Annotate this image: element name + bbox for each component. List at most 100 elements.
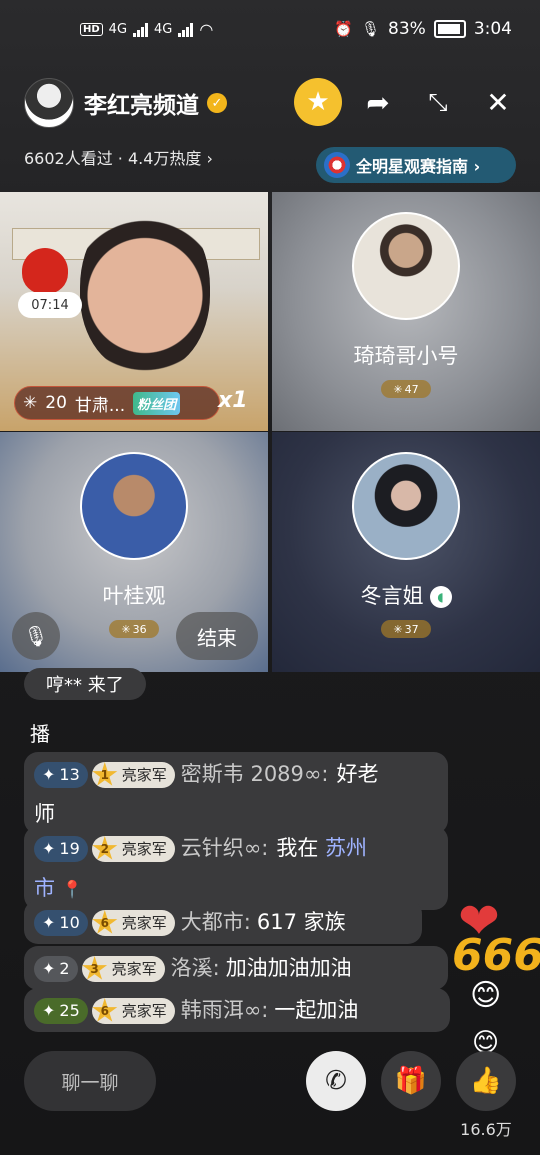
- star-button[interactable]: ★: [294, 78, 342, 126]
- gift-banner: ✳ 20 甘肃... 粉丝团: [14, 386, 220, 420]
- chat-text-cont: 师: [34, 802, 55, 826]
- viewer-stats[interactable]: 6602人看过 · 4.4万热度 ›: [24, 145, 213, 169]
- level-value: 19: [59, 839, 80, 858]
- sim2-label: 4G: [154, 22, 173, 37]
- heat-badge: ✳ 36: [109, 620, 159, 638]
- like-button[interactable]: 👍: [456, 1051, 516, 1111]
- verified-icon: ✓: [207, 93, 227, 113]
- mic-icon: 🎙: [360, 20, 381, 38]
- user-level-badge: ✦ 13: [34, 762, 88, 788]
- user-level-badge: ✦ 10: [34, 910, 88, 936]
- chat-username[interactable]: 洛溪:: [171, 956, 220, 980]
- fan-club-badge: 1 亮家军: [91, 762, 175, 788]
- countdown-timer: 07:14: [18, 292, 82, 318]
- chat-username[interactable]: 大都市:: [181, 910, 251, 934]
- wifi-icon: ◠: [199, 20, 214, 39]
- phone-icon: ✆: [325, 1066, 347, 1096]
- signal-icon: [133, 22, 149, 37]
- end-button[interactable]: 结束: [176, 612, 258, 660]
- chat-message[interactable]: ✦ 10 6 亮家军 大都市: 617 家族: [24, 900, 422, 944]
- fan-club-name: 亮家军: [121, 914, 167, 932]
- sparkle-icon: ✳: [121, 622, 131, 636]
- share-icon: ➦: [366, 85, 390, 119]
- close-button[interactable]: ✕: [474, 78, 522, 126]
- star-icon: ★: [306, 87, 330, 117]
- level-value: 25: [59, 1001, 80, 1020]
- level-value: 2: [59, 959, 70, 978]
- location-link[interactable]: 苏州: [325, 836, 367, 860]
- star-icon: 6: [92, 910, 118, 934]
- fan-club-badge: 2 亮家军: [91, 836, 175, 862]
- fan-club-name: 亮家军: [111, 960, 157, 978]
- guest-name: 琦琦哥小号: [353, 344, 459, 368]
- status-bar: HD 4G 4G ◠ ⏰ 🎙 83% 3:04: [0, 0, 540, 62]
- location-link-cont[interactable]: 市: [34, 876, 55, 900]
- join-notice: 哼** 来了: [24, 668, 146, 700]
- chat-text: 加油加油加油: [225, 956, 352, 980]
- heat-badge: ✳ 47: [381, 380, 431, 398]
- level-value: 10: [59, 913, 80, 932]
- gift-button[interactable]: 🎁: [381, 1051, 441, 1111]
- video-tile-guest-1[interactable]: 琦琦哥小号 ✳ 47: [272, 192, 540, 431]
- guide-label: 全明星观赛指南 ›: [356, 157, 481, 176]
- chat-username[interactable]: 密斯韦 2089∞:: [181, 762, 329, 786]
- user-level-badge: ✦ 25: [34, 998, 88, 1024]
- user-level-badge: ✦ 19: [34, 836, 88, 862]
- chat-message[interactable]: ✦ 19 2 亮家军 云针织∞: 我在 苏州市 📍: [24, 826, 448, 910]
- sim1-label: 4G: [108, 22, 128, 37]
- battery-icon: [433, 20, 466, 38]
- star-icon: 6: [92, 998, 118, 1022]
- sparkle-icon: ✦: [42, 913, 56, 932]
- share-button[interactable]: ➦: [354, 78, 402, 126]
- basketball-logo-icon: [324, 152, 350, 178]
- host-avatar[interactable]: [24, 78, 74, 128]
- host-name-text: 李红亮频道: [84, 93, 199, 119]
- thumbs-up-icon: 👍: [469, 1066, 503, 1096]
- heat-badge: ✳ 37: [381, 620, 431, 638]
- user-level-badge: ✦ 2: [34, 956, 78, 982]
- all-star-guide-button[interactable]: 全明星观赛指南 ›: [316, 147, 516, 183]
- sparkle-icon: ✳: [393, 382, 403, 396]
- minimize-button[interactable]: ⤡: [414, 78, 462, 126]
- host-name[interactable]: 李红亮频道 ✓: [84, 86, 227, 120]
- sparkle-icon: ✳: [23, 393, 38, 413]
- star-icon: 1: [92, 762, 118, 786]
- chat-input[interactable]: 聊一聊: [24, 1051, 156, 1111]
- chat-message[interactable]: ✦ 13 1 亮家军 密斯韦 2089∞: 好老师: [24, 752, 448, 834]
- video-tile-host[interactable]: 07:14 ✳ 20 甘肃... 粉丝团 x1: [0, 192, 268, 431]
- alarm-icon: ⏰: [334, 20, 353, 38]
- host-video: [80, 202, 210, 372]
- video-tile-guest-3[interactable]: 冬言姐 ◖ ✳ 37: [272, 432, 540, 672]
- sparkle-icon: ✦: [42, 959, 56, 978]
- chat-text: 好老: [336, 762, 379, 786]
- mute-mic-button[interactable]: 🎙: [12, 612, 60, 660]
- fan-club-name: 亮家军: [121, 840, 167, 858]
- call-button[interactable]: ✆: [306, 1051, 366, 1111]
- chat-text: 我在: [276, 836, 319, 860]
- sparkle-icon: ✳: [393, 622, 403, 636]
- battery-percent: 83%: [388, 19, 426, 39]
- chat-text: 一起加油: [274, 998, 359, 1022]
- chat-username[interactable]: 云针织∞:: [181, 836, 269, 860]
- partial-message: 播: [30, 722, 50, 746]
- signal-icon-2: [178, 22, 194, 37]
- video-tile-guest-2[interactable]: 叶桂观 ✳ 36 🎙 结束: [0, 432, 268, 672]
- fan-club-name: 亮家军: [121, 766, 167, 784]
- star-icon: 3: [82, 956, 108, 980]
- gift-level: 20: [45, 393, 67, 413]
- red-envelope-icon[interactable]: [22, 248, 68, 294]
- heat-value: 47: [404, 382, 419, 396]
- guest-avatar: [352, 452, 460, 560]
- guest-avatar: [80, 452, 188, 560]
- chat-text: 617 家族: [256, 910, 346, 934]
- sparkle-icon: ✦: [42, 839, 56, 858]
- chat-username[interactable]: 韩雨洱∞:: [181, 998, 269, 1022]
- like-count: 16.6万: [460, 1120, 512, 1139]
- star-icon: 2: [92, 836, 118, 860]
- guest-name-row: 冬言姐 ◖: [272, 580, 540, 610]
- fan-club-badge: 6 亮家军: [91, 998, 175, 1024]
- guest-name: 叶桂观: [102, 584, 166, 608]
- fans-club-badge: 粉丝团: [133, 391, 181, 415]
- chat-message[interactable]: ✦ 2 3 亮家军 洛溪: 加油加油加油: [24, 946, 448, 990]
- chat-message[interactable]: ✦ 25 6 亮家军 韩雨洱∞: 一起加油: [24, 988, 450, 1032]
